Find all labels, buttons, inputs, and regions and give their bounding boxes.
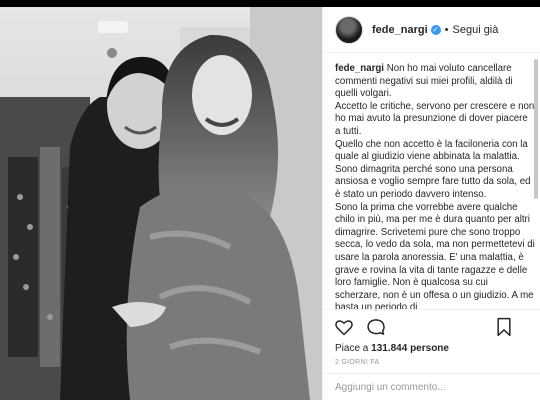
caption-paragraph: Accetto le critiche, servono per crescer… (335, 100, 535, 137)
caption-paragraph: Sono la prima che vorrebbe avere qualche… (335, 201, 535, 311)
post-photo[interactable] (0, 7, 322, 400)
post-sidebar: fede_nargi ✓ • Segui già fede_nargi Non … (322, 7, 540, 400)
caption-scrollbar[interactable] (533, 59, 539, 309)
caption-paragraph: fede_nargi Non ho mai voluto cancellare … (335, 63, 535, 101)
caption-username[interactable]: fede_nargi (335, 63, 384, 74)
likes-count[interactable]: Piace a 131.844 persone (335, 343, 449, 354)
header-username[interactable]: fede_nargi (372, 24, 428, 36)
caption-paragraph: Sono dimagrita perché sono una persona a… (335, 163, 531, 200)
verified-badge-icon: ✓ (430, 24, 441, 35)
header-text: fede_nargi ✓ • Segui già (372, 24, 498, 36)
post-photo-image (0, 7, 322, 400)
header-separator: • (444, 23, 449, 36)
likes-number: 131.844 (371, 343, 408, 354)
comment-input[interactable] (335, 381, 525, 393)
heart-icon[interactable] (333, 316, 355, 338)
instagram-post-card: fede_nargi ✓ • Segui già fede_nargi Non … (0, 7, 540, 400)
post-caption: fede_nargi Non ho mai voluto cancellare … (335, 63, 535, 311)
post-header: fede_nargi ✓ • Segui già (323, 7, 540, 53)
comment-icon[interactable] (365, 316, 387, 338)
post-timestamp[interactable]: 2 GIORNI FA (335, 359, 380, 366)
likes-prefix: Piace a (335, 343, 372, 354)
action-bar (323, 309, 540, 343)
likes-suffix: persone (407, 343, 449, 354)
bookmark-icon[interactable] (493, 316, 515, 338)
comment-bar (323, 373, 540, 400)
following-button[interactable]: Segui già (453, 24, 499, 36)
avatar[interactable] (335, 15, 363, 44)
scrollbar-thumb[interactable] (534, 59, 538, 199)
caption-paragraph: Quello che non accetto è la faciloneria … (335, 138, 528, 163)
